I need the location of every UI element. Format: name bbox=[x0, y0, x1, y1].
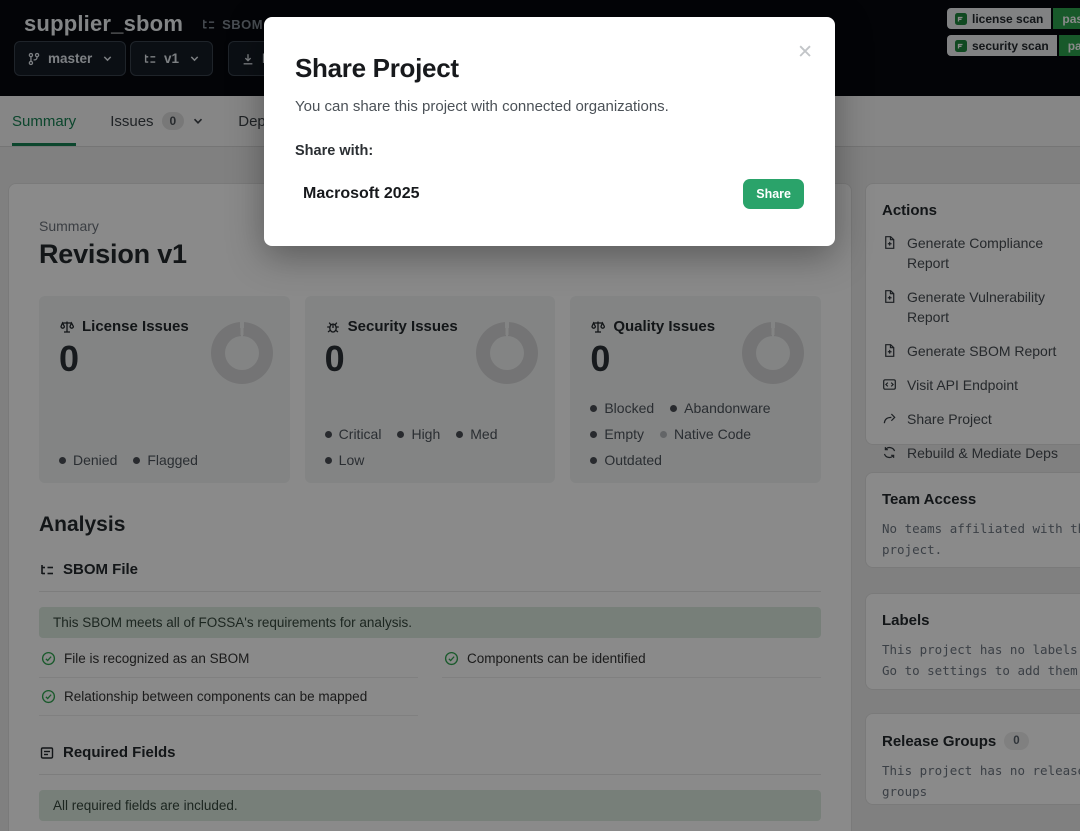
modal-title: Share Project bbox=[295, 53, 804, 84]
share-with-label: Share with: bbox=[295, 143, 804, 159]
organization-row: Macrosoft 2025 Share bbox=[295, 179, 804, 209]
close-icon[interactable]: ✕ bbox=[797, 43, 813, 62]
share-button[interactable]: Share bbox=[743, 179, 804, 209]
share-project-modal: ✕ Share Project You can share this proje… bbox=[264, 17, 835, 246]
organization-name: Macrosoft 2025 bbox=[303, 185, 420, 203]
modal-description: You can share this project with connecte… bbox=[295, 98, 804, 115]
